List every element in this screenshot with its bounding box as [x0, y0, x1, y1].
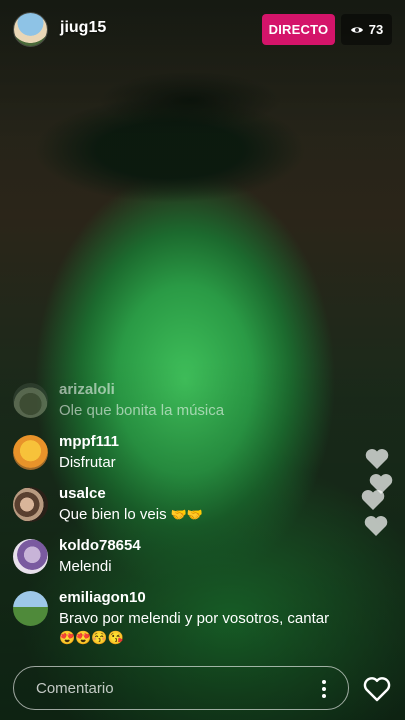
more-vertical-icon[interactable]	[316, 678, 332, 700]
comment-item: mppf111 Disfrutar	[0, 430, 360, 482]
host-username[interactable]: jiug15	[60, 19, 106, 37]
live-label: DIRECTO	[268, 22, 329, 37]
viewer-count-badge[interactable]: 73	[341, 14, 392, 45]
heart-outline-icon[interactable]	[363, 676, 391, 702]
comment-item: emiliagon10 Bravo por melendi y por voso…	[0, 586, 360, 645]
comment-feed: arizaloli Ole que bonita la música mppf1…	[0, 378, 360, 645]
comment-avatar[interactable]	[13, 487, 48, 522]
heart-eyes-emoji: 😍😍😚😘	[59, 630, 124, 645]
heart-icon	[361, 490, 385, 510]
live-badge: DIRECTO	[262, 14, 335, 45]
heart-icon	[365, 449, 389, 469]
comment-text: Que bien lo veis 🤝🤝	[59, 505, 359, 524]
comment-username[interactable]: emiliagon10	[59, 589, 146, 606]
floating-hearts	[360, 448, 400, 543]
comment-avatar[interactable]	[13, 383, 48, 418]
eye-icon	[350, 26, 363, 33]
comment-username[interactable]: koldo78654	[59, 537, 141, 554]
comment-text: Disfrutar	[59, 454, 116, 471]
handshake-emoji: 🤝🤝	[170, 507, 204, 522]
comment-item: usalce Que bien lo veis 🤝🤝	[0, 482, 360, 534]
comment-text: Melendi	[59, 558, 112, 575]
live-header: jiug15 DIRECTO 73	[0, 0, 405, 60]
comment-placeholder: Comentario	[36, 680, 114, 697]
comment-text-body: Que bien lo veis	[59, 506, 167, 523]
comment-text: Bravo por melendi y por vosotros, cantar…	[59, 609, 359, 647]
heart-icon	[364, 516, 388, 536]
viewer-count: 73	[368, 22, 384, 37]
comment-item: arizaloli Ole que bonita la música	[0, 378, 360, 430]
comment-item: koldo78654 Melendi	[0, 534, 360, 586]
comment-avatar[interactable]	[13, 435, 48, 470]
comment-text: Ole que bonita la música	[59, 402, 225, 419]
comment-username[interactable]: usalce	[59, 485, 106, 502]
host-avatar[interactable]	[14, 13, 47, 46]
comment-input[interactable]: Comentario	[13, 666, 349, 710]
comment-username[interactable]: mppf111	[59, 433, 119, 450]
comment-avatar[interactable]	[13, 539, 48, 574]
comment-text-body: Bravo por melendi y por vosotros, cantar	[59, 610, 330, 627]
comment-avatar[interactable]	[13, 591, 48, 626]
comment-username[interactable]: arizaloli	[59, 381, 115, 398]
